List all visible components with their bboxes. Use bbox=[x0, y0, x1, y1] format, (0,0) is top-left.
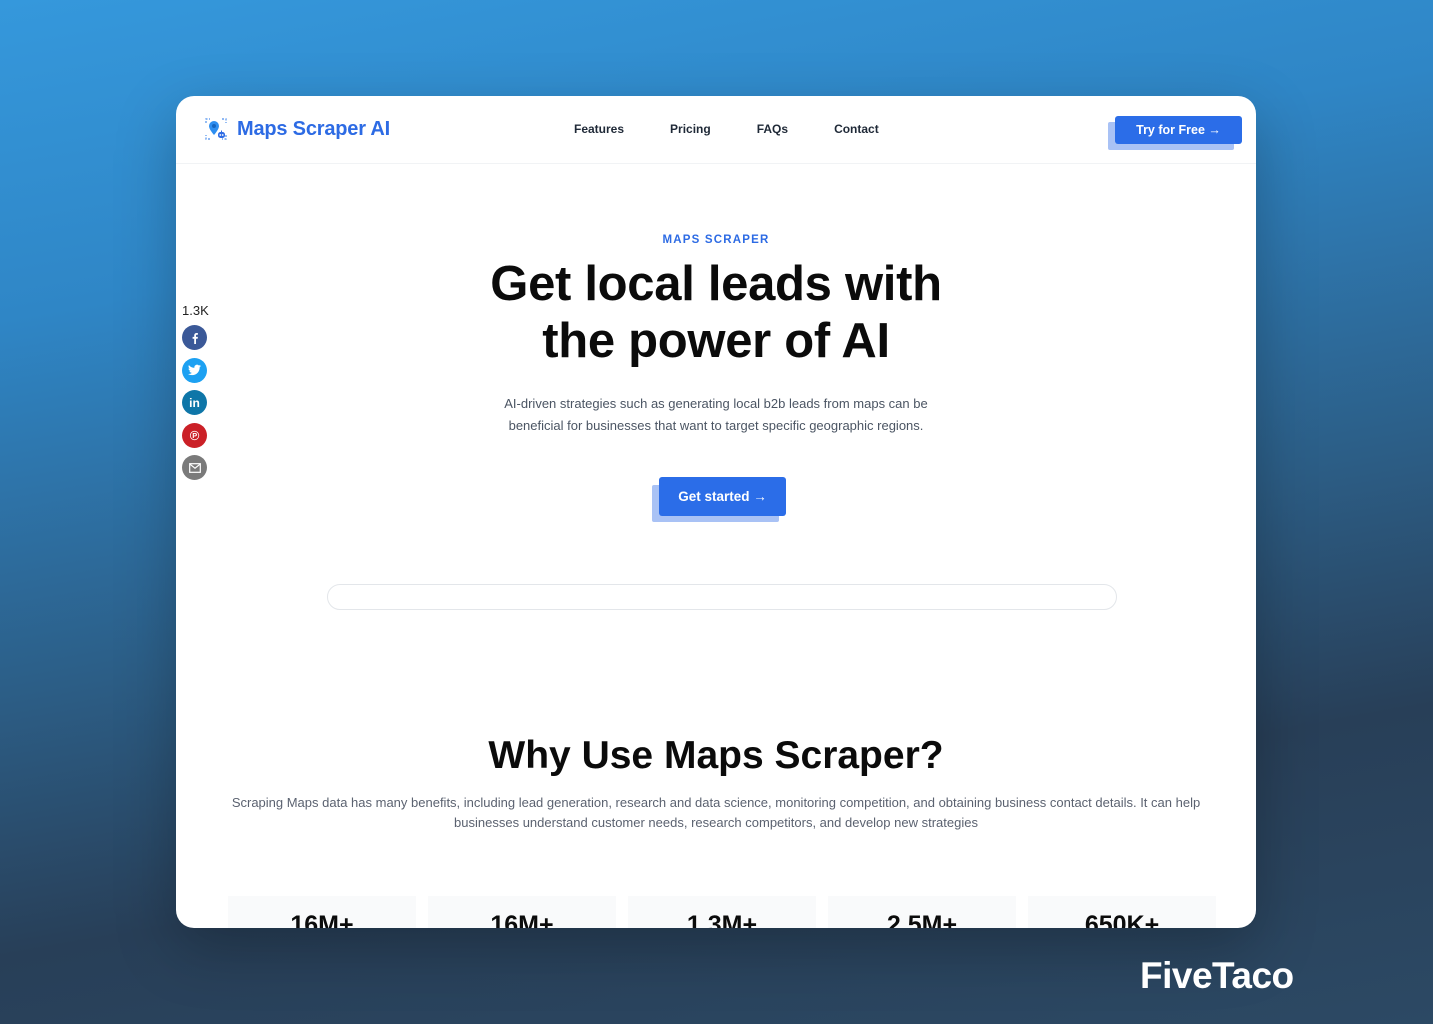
stat-value: 16M+ bbox=[490, 911, 554, 928]
get-started-wrapper: Get started → bbox=[652, 477, 786, 523]
map-pin-robot-icon bbox=[204, 117, 228, 141]
hero-title-line-2: the power of AI bbox=[542, 314, 890, 368]
stat-value: 1.3M+ bbox=[686, 911, 758, 928]
nav-link-features[interactable]: Features bbox=[574, 122, 624, 136]
search-input[interactable] bbox=[327, 584, 1117, 610]
stat-card: 2.5M+ bbox=[828, 896, 1016, 928]
stat-card: 16M+ bbox=[228, 896, 416, 928]
hero-subtitle-line-1: AI-driven strategies such as generating … bbox=[504, 396, 928, 411]
nav-link-contact[interactable]: Contact bbox=[834, 122, 879, 136]
stat-card: 1.3M+ bbox=[628, 896, 816, 928]
email-share-button[interactable] bbox=[182, 455, 207, 480]
stat-value: 650K+ bbox=[1084, 911, 1160, 928]
hero-section: MAPS SCRAPER Get local leads with the po… bbox=[176, 234, 1256, 437]
hero-title: Get local leads with the power of AI bbox=[176, 256, 1256, 370]
why-section-title: Why Use Maps Scraper? bbox=[488, 734, 944, 777]
nav-link-pricing[interactable]: Pricing bbox=[670, 122, 711, 136]
stats-row: 16M+ 16M+ 1.3M+ 2.5M+ 650K+ bbox=[228, 896, 1216, 928]
stat-value: 2.5M+ bbox=[886, 911, 958, 928]
hero-eyebrow: MAPS SCRAPER bbox=[662, 234, 770, 246]
hero-subtitle-line-2: beneficial for businesses that want to t… bbox=[508, 418, 924, 433]
top-navbar: Maps Scraper AI Features Pricing FAQs Co… bbox=[176, 96, 1256, 164]
try-for-free-button[interactable]: Try for Free → bbox=[1115, 116, 1242, 144]
nav-link-faqs[interactable]: FAQs bbox=[757, 122, 788, 136]
get-started-button[interactable]: Get started → bbox=[659, 477, 786, 516]
hero-title-line-1: Get local leads with bbox=[490, 257, 942, 311]
nav-links: Features Pricing FAQs Contact bbox=[574, 122, 925, 136]
hero-subtitle: AI-driven strategies such as generating … bbox=[176, 393, 1256, 437]
fivetaco-watermark: FiveTaco bbox=[1140, 955, 1294, 996]
try-for-free-wrapper: Try for Free → bbox=[1108, 116, 1242, 150]
browser-frame: Maps Scraper AI Features Pricing FAQs Co… bbox=[176, 96, 1256, 928]
stat-card: 650K+ bbox=[1028, 896, 1216, 928]
why-section-description: Scraping Maps data has many benefits, in… bbox=[231, 795, 1201, 830]
logo[interactable]: Maps Scraper AI bbox=[204, 117, 390, 141]
stat-value: 16M+ bbox=[290, 911, 354, 928]
stat-card: 16M+ bbox=[428, 896, 616, 928]
brand-name: Maps Scraper AI bbox=[237, 117, 390, 140]
email-icon bbox=[188, 462, 201, 473]
